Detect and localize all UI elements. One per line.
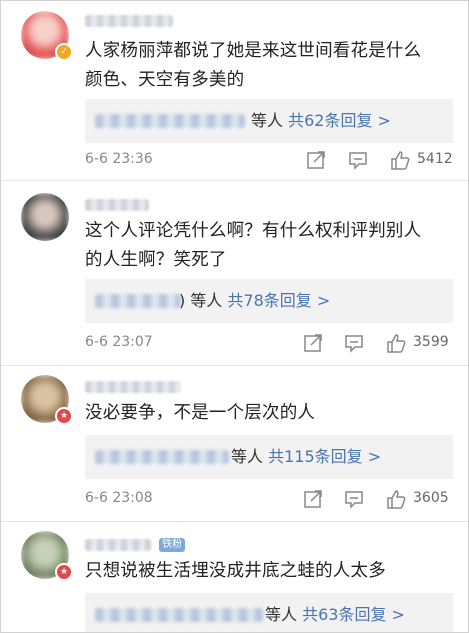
comment-text: 人家杨丽萍都说了她是来这世间看花是什么 颜色、天空有多美的 (85, 41, 422, 90)
username[interactable] (85, 199, 149, 211)
thumbs-up-icon[interactable] (389, 149, 411, 171)
comment-icon[interactable] (343, 332, 365, 354)
comment-icon[interactable] (347, 149, 369, 171)
like-count: 3605 (413, 490, 449, 506)
comment-list: ✓ 人家杨丽萍都说了她是来这世间看花是什么 颜色、天空有多美的 等人 共62条回… (0, 0, 469, 633)
username[interactable] (85, 539, 151, 551)
share-icon[interactable] (302, 488, 324, 510)
username[interactable] (85, 15, 173, 27)
divider (1, 365, 468, 366)
comment-text: 没必要争，不是一个层次的人 (85, 403, 316, 423)
reply-suffix: 等人 (231, 447, 264, 466)
reply-count-link[interactable]: 共115条回复 > (268, 447, 381, 466)
reply-summary[interactable]: 等人 共62条回复 > (85, 99, 453, 143)
reply-summary[interactable]: 等人 共115条回复 > (85, 435, 453, 479)
reply-count-link[interactable]: 共62条回复 > (288, 111, 391, 130)
share-icon[interactable] (302, 332, 324, 354)
comment-footer: 6-6 23:07 3599 (85, 332, 455, 356)
reply-summary[interactable]: ) 等人 共78条回复 > (85, 279, 453, 323)
like-count: 3599 (413, 334, 449, 350)
thumbs-up-icon[interactable] (385, 488, 407, 510)
reply-usernames (95, 608, 263, 622)
reply-usernames (95, 450, 229, 464)
timestamp: 6-6 23:36 (85, 151, 153, 167)
reply-usernames (95, 114, 245, 128)
verified-badge-icon: ✓ (55, 43, 73, 61)
reply-summary[interactable]: 等人 共63条回复 > (85, 593, 453, 632)
comment-text: 这个人评论凭什么啊？有什么权利评判别人 的人生啊？笑死了 (85, 221, 422, 270)
avatar[interactable] (21, 193, 69, 241)
share-icon[interactable] (305, 149, 327, 171)
reply-suffix: 等人 (251, 111, 284, 130)
vip-badge-icon: ★ (55, 563, 73, 581)
comment-footer: 6-6 23:08 3605 (85, 488, 455, 512)
reply-suffix: 等人 (265, 605, 298, 624)
divider (1, 521, 468, 522)
fan-level-badge: 铁粉 (159, 538, 185, 552)
vip-badge-icon: ★ (55, 407, 73, 425)
like-count: 5412 (417, 151, 453, 167)
timestamp: 6-6 23:08 (85, 490, 153, 506)
thumbs-up-icon[interactable] (385, 332, 407, 354)
comment-text: 只想说被生活埋没成井底之蛙的人太多 (85, 561, 386, 581)
divider (1, 180, 468, 181)
comment-icon[interactable] (343, 488, 365, 510)
username[interactable] (85, 381, 181, 393)
comment-footer: 6-6 23:36 5412 (85, 149, 455, 173)
reply-suffix: ) 等人 (179, 291, 223, 310)
timestamp: 6-6 23:07 (85, 334, 153, 350)
reply-count-link[interactable]: 共63条回复 > (302, 605, 405, 624)
reply-count-link[interactable]: 共78条回复 > (227, 291, 330, 310)
reply-usernames (95, 294, 181, 308)
